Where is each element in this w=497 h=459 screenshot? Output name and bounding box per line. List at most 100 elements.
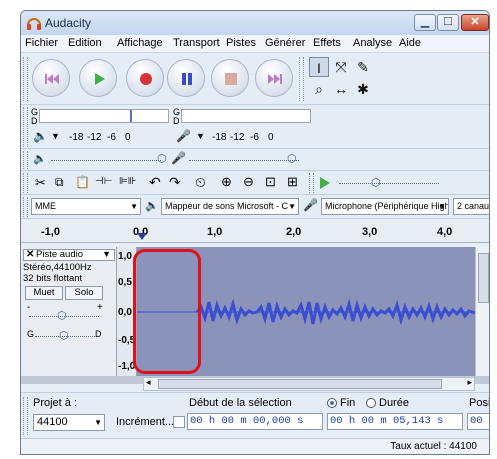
solo-label: Solo: [74, 287, 94, 298]
pan-left-label: G: [27, 329, 35, 339]
menu-pistes[interactable]: Pistes: [226, 37, 256, 49]
track-area: ✕ Piste audio ▼ Stéréo,44100Hz 32 bits f…: [21, 247, 489, 391]
output-speaker-icon: 🔈: [145, 200, 159, 212]
menu-transport[interactable]: Transport: [173, 37, 220, 49]
zoom-in-icon[interactable]: ⊕: [221, 174, 232, 190]
play-button[interactable]: [79, 59, 117, 97]
menu-generer[interactable]: Générer: [265, 37, 305, 49]
mixer-grip[interactable]: [23, 151, 28, 169]
zoom-tool-icon[interactable]: ⌕: [309, 79, 329, 99]
playhead-marker-icon: [137, 233, 147, 240]
selection-tool-icon[interactable]: I: [309, 57, 329, 77]
skip-to-start-button[interactable]: [32, 59, 70, 97]
minimize-button[interactable]: ▁: [414, 14, 436, 31]
ruler-label: 1,0: [207, 226, 223, 238]
menu-edition[interactable]: Edition: [68, 37, 102, 49]
play-speed-slider[interactable]: [339, 183, 439, 184]
project-rate-select[interactable]: 44100 ▼: [33, 414, 105, 431]
pan-slider-thumb[interactable]: ⬡: [59, 329, 69, 342]
envelope-tool-icon[interactable]: ⤧: [331, 57, 351, 77]
toolbar-grip[interactable]: [23, 57, 28, 101]
rec-meter-scale-3: -6: [250, 132, 259, 143]
horizontal-scroll-thumb[interactable]: [158, 379, 442, 389]
scroll-right-icon[interactable]: ▸: [467, 377, 472, 388]
play-at-speed-icon[interactable]: [319, 176, 331, 190]
output-device-select[interactable]: Mappeur de sons Microsoft - C ▼: [161, 198, 299, 215]
mute-button[interactable]: Muet: [25, 286, 63, 300]
pause-button[interactable]: [167, 59, 205, 97]
audio-position-label: Posit: [469, 397, 489, 409]
title-bar: Audacity ▁ ☐ ✕: [21, 11, 489, 35]
duration-radio[interactable]: [366, 398, 376, 408]
rec-meter-right-label: D: [173, 116, 180, 126]
track-menu-icon[interactable]: ▼: [102, 249, 111, 259]
snap-checkbox[interactable]: [173, 416, 185, 428]
skip-end-icon: [268, 74, 282, 84]
scroll-left-icon[interactable]: ◂: [146, 377, 151, 388]
cut-icon[interactable]: ✂: [35, 175, 46, 191]
selection-end-time[interactable]: 00 h 00 m 05,143 s: [327, 413, 463, 430]
close-button[interactable]: ✕: [461, 14, 489, 31]
edit-toolbar: ✂ ⧉ 📋 ⊣⊢ ⊫⊪ ↶ ↷ ⏲ ⊕ ⊖ ⊡ ⊞ ⬡: [21, 171, 489, 195]
playback-volume-slider[interactable]: [51, 160, 161, 161]
fit-project-icon[interactable]: ⊞: [287, 174, 298, 190]
play-meter-right-label: D: [31, 116, 38, 126]
speaker-icon[interactable]: 🔈: [33, 129, 48, 143]
menu-analyse[interactable]: Analyse: [353, 37, 392, 49]
silence-icon[interactable]: ⊫⊪: [119, 176, 136, 187]
play-at-speed-grip[interactable]: [309, 173, 314, 193]
menu-fichier[interactable]: Fichier: [25, 37, 58, 49]
output-device-value: Mappeur de sons Microsoft - C: [165, 201, 289, 211]
end-radio[interactable]: [327, 398, 337, 408]
selection-grip[interactable]: [23, 397, 28, 435]
solo-button[interactable]: Solo: [65, 286, 103, 300]
speaker-dropdown-icon[interactable]: ▼: [51, 131, 60, 141]
audio-host-select[interactable]: MME ▼: [31, 198, 141, 215]
timeline-ruler[interactable]: -1,0 0,0 1,0 2,0 3,0 4,0: [21, 223, 489, 243]
zoom-out-icon[interactable]: ⊖: [243, 174, 254, 190]
vertical-scrollbar[interactable]: [475, 247, 489, 376]
paste-icon[interactable]: 📋: [75, 175, 90, 189]
horizontal-scrollbar[interactable]: ◂ ▸: [143, 377, 475, 391]
gain-slider-thumb[interactable]: ⬡: [57, 309, 67, 322]
vertical-scroll-thumb[interactable]: [478, 253, 489, 303]
draw-tool-icon[interactable]: ✎: [353, 57, 373, 77]
mic-icon[interactable]: 🎤: [176, 129, 191, 143]
input-volume-mic-icon: 🎤: [171, 151, 186, 165]
meter-grip[interactable]: [23, 107, 28, 147]
sync-lock-icon[interactable]: ⏲: [195, 174, 206, 191]
menu-affichage[interactable]: Affichage: [117, 37, 163, 49]
rec-meter-scale-1: -18: [212, 132, 227, 143]
ruler-label: 4,0: [437, 226, 453, 238]
menu-bar: Fichier Edition Affichage Transport Pist…: [21, 35, 489, 53]
stop-button[interactable]: [211, 59, 249, 97]
selection-toolbar: Projet à : 44100 ▼ Incrément... Début de …: [21, 392, 489, 438]
fit-selection-icon[interactable]: ⊡: [265, 174, 276, 190]
selection-start-time[interactable]: 00 h 00 m 00,000 s: [187, 413, 323, 430]
input-volume-thumb[interactable]: ⬡: [287, 152, 297, 165]
input-volume-slider[interactable]: [189, 160, 299, 161]
maximize-button[interactable]: ☐: [437, 14, 459, 31]
device-grip[interactable]: [23, 197, 28, 217]
track-title-bar[interactable]: ✕ Piste audio ▼: [23, 249, 115, 261]
channels-select[interactable]: 2 canau: [453, 198, 489, 215]
menu-effets[interactable]: Effets: [313, 37, 341, 49]
undo-icon[interactable]: ↶: [149, 174, 161, 191]
playback-meter: [39, 109, 169, 123]
copy-icon[interactable]: ⧉: [55, 175, 64, 190]
audio-position-time[interactable]: 00: [467, 413, 489, 430]
redo-icon[interactable]: ↷: [169, 174, 181, 191]
trim-icon[interactable]: ⊣⊢: [95, 176, 112, 187]
menu-aide[interactable]: Aide: [399, 37, 421, 49]
mic-dropdown-icon[interactable]: ▼: [196, 131, 205, 141]
skip-to-end-button[interactable]: [255, 59, 293, 97]
play-speed-thumb[interactable]: ⬡: [371, 176, 381, 189]
timeshift-tool-icon[interactable]: ↔: [331, 79, 351, 99]
edit-grip[interactable]: [23, 173, 28, 193]
close-track-icon[interactable]: ✕: [26, 249, 34, 260]
record-button[interactable]: [126, 59, 164, 97]
multi-tool-icon[interactable]: ✱: [353, 79, 373, 99]
playback-volume-thumb[interactable]: ⬡: [157, 152, 167, 165]
tools-grip[interactable]: [299, 57, 304, 101]
input-device-select[interactable]: Microphone (Périphérique High ▼: [321, 198, 449, 215]
